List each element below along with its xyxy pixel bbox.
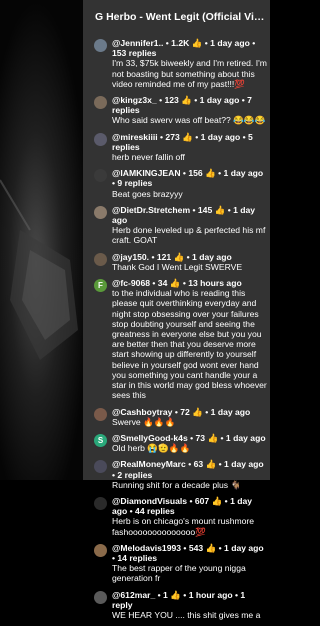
comment-meta: @Jennifer1.. • 1.2K 👍 • 1 day ago • 153 … — [112, 38, 256, 59]
comment-text: Running shit for a decade plus 🐐 — [112, 479, 242, 490]
comment-text: to the individual who is reading this pl… — [112, 288, 267, 401]
comment-item[interactable]: @kingz3x_ • 123 👍 • 1 day ago • 7 replie… — [94, 95, 268, 126]
comment-text: Swerve 🔥🔥🔥 — [112, 416, 176, 427]
video-title-bar: G Herbo - Went Legit (Official Vid... — [90, 0, 268, 34]
comment-item[interactable]: @jay150. • 121 👍 • 1 day ago Thank God I … — [94, 252, 268, 272]
video-player[interactable] — [0, 0, 90, 480]
avatar[interactable] — [94, 205, 107, 219]
comment-meta: @mireskiiii • 273 👍 • 1 day ago • 5 repl… — [112, 131, 253, 152]
comment-item[interactable]: @mireskiiii • 273 👍 • 1 day ago • 5 repl… — [94, 132, 268, 163]
comment-meta: @DiamondVisuals • 607 👍 • 1 day ago • 44… — [112, 495, 253, 517]
avatar[interactable] — [94, 39, 107, 52]
comment-meta: @DietDr.Stretchem • 145 👍 • 1 day ago — [112, 204, 256, 226]
comment-text: herb never fallin off — [112, 152, 185, 163]
comments-list[interactable]: @Jennifer1.. • 1.2K 👍 • 1 day ago • 153 … — [94, 38, 268, 626]
avatar[interactable] — [94, 96, 107, 110]
comment-item[interactable]: @DietDr.Stretchem • 145 👍 • 1 day ago Her… — [94, 205, 268, 246]
comment-text: Old herb 😭🫡🔥🔥 — [112, 443, 191, 454]
comment-item[interactable]: @Melodavis1993 • 543 👍 • 1 day ago • 14 … — [94, 543, 268, 584]
comment-text: Beat goes brazyyy — [112, 188, 183, 199]
comment-meta: @jay150. • 121 👍 • 1 day ago — [112, 251, 232, 262]
comment-meta: @Melodavis1993 • 543 👍 • 1 day ago • 14 … — [112, 542, 264, 563]
video-frame — [0, 179, 78, 360]
comment-text: Herb done leveled up & perfected his mf … — [112, 225, 266, 246]
comment-meta: @kingz3x_ • 123 👍 • 1 day ago • 7 replie… — [112, 95, 252, 116]
comment-meta: @Cashboytray • 72 👍 • 1 day ago — [112, 406, 251, 417]
comment-meta: @IAMKINGJEAN • 156 👍 • 1 day ago • 9 rep… — [112, 168, 264, 189]
avatar[interactable] — [94, 252, 107, 266]
avatar[interactable] — [94, 496, 107, 510]
avatar[interactable]: F — [94, 279, 107, 293]
comment-text: The best rapper of the young nigga gener… — [112, 563, 246, 584]
comment-meta: @612mar_ • 1 👍 • 1 hour ago • 1 reply — [112, 589, 246, 610]
comment-text: WE HEAR YOU .... this shit gives me a — [112, 609, 261, 620]
comment-text: I'm 33, $75k biweekly and I'm retired. I… — [112, 58, 267, 89]
comment-text: Herb is on chicago's mount rushmore fash… — [112, 516, 255, 537]
comment-item[interactable]: @IAMKINGJEAN • 156 👍 • 1 day ago • 9 rep… — [94, 168, 268, 199]
comment-meta: @fc-9068 • 34 👍 • 13 hours ago — [112, 278, 242, 289]
avatar[interactable]: S — [94, 433, 107, 447]
comment-item[interactable]: @612mar_ • 1 👍 • 1 hour ago • 1 reply WE … — [94, 590, 268, 621]
avatar[interactable] — [94, 407, 107, 421]
comment-item[interactable]: @Cashboytray • 72 👍 • 1 day ago Swerve 🔥🔥… — [94, 407, 268, 427]
comment-item[interactable]: S @SmellyGood-k4s • 73 👍 • 1 day ago Old h… — [94, 433, 268, 453]
comment-item[interactable]: F @fc-9068 • 34 👍 • 13 hours ago to the in… — [94, 278, 268, 400]
comment-text: Thank God I Went Legit SWERVE — [112, 261, 243, 272]
comment-item[interactable]: @DiamondVisuals • 607 👍 • 1 day ago • 44… — [94, 496, 268, 537]
comment-meta: @RealMoneyMarc • 63 👍 • 1 day ago • 2 re… — [112, 459, 264, 480]
avatar[interactable] — [94, 543, 107, 557]
avatar[interactable] — [94, 132, 107, 146]
avatar[interactable] — [94, 590, 107, 604]
comment-item[interactable]: @Jennifer1.. • 1.2K 👍 • 1 day ago • 153 … — [94, 38, 268, 89]
video-title: G Herbo - Went Legit (Official Vid... — [95, 11, 268, 23]
avatar[interactable] — [94, 460, 107, 474]
avatar[interactable] — [94, 169, 107, 183]
comment-item[interactable]: @RealMoneyMarc • 63 👍 • 1 day ago • 2 re… — [94, 459, 268, 490]
comment-meta: @SmellyGood-k4s • 73 👍 • 1 day ago — [112, 432, 266, 443]
comment-text: Who said swerv was off beat?? 😂😂😂 — [112, 115, 266, 126]
